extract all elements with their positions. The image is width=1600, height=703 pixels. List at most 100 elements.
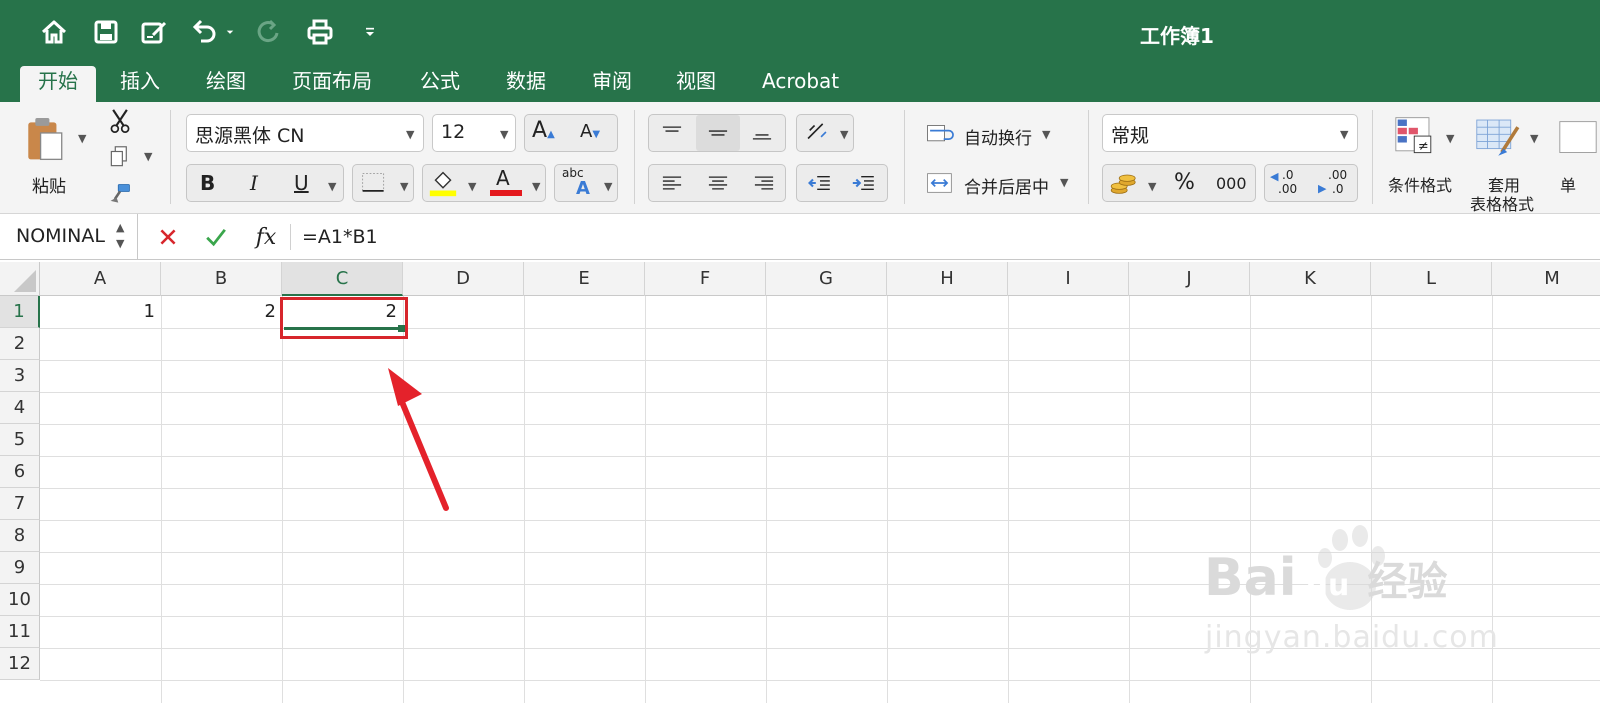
align-right-icon[interactable] <box>744 168 784 198</box>
column-header-h[interactable]: H <box>887 262 1008 296</box>
row-header-12[interactable]: 12 <box>0 648 40 680</box>
cell-a1[interactable]: 1 <box>40 296 161 328</box>
font-color-button[interactable]: A <box>496 166 510 190</box>
orientation-dropdown-icon[interactable]: ▼ <box>840 128 848 141</box>
increase-decimal-button[interactable]: ◀ .0 .00 <box>1270 166 1310 200</box>
row-header-11[interactable]: 11 <box>0 616 40 648</box>
cell-styles-label[interactable]: 单 <box>1560 172 1576 196</box>
accounting-format-icon[interactable] <box>1104 166 1144 200</box>
column-header-c[interactable]: C <box>282 262 403 296</box>
select-all-corner[interactable] <box>0 262 40 296</box>
tab-data[interactable]: 数据 <box>500 66 552 102</box>
align-bottom-icon[interactable] <box>742 118 782 148</box>
tab-insert[interactable]: 插入 <box>114 66 166 102</box>
row-header-1[interactable]: 1 <box>0 296 40 328</box>
format-painter-icon[interactable] <box>106 180 134 208</box>
increase-indent-icon[interactable] <box>844 168 884 198</box>
redo-icon[interactable] <box>250 14 286 50</box>
align-middle-icon[interactable] <box>696 115 740 151</box>
column-header-j[interactable]: J <box>1129 262 1250 296</box>
number-format-select[interactable]: 常规 <box>1102 114 1358 152</box>
merge-center-icon[interactable] <box>922 168 962 198</box>
font-size-dropdown-icon[interactable]: ▼ <box>500 128 508 141</box>
copy-icon[interactable] <box>106 142 134 172</box>
name-box-stepper-icon[interactable]: ▲ ▼ <box>116 220 124 252</box>
grow-font-button[interactable]: A▲ <box>532 118 555 143</box>
number-format-dropdown-icon[interactable]: ▼ <box>1340 128 1348 141</box>
tab-home[interactable]: 开始 <box>20 66 96 102</box>
comma-style-button[interactable]: 000 <box>1216 174 1247 193</box>
merge-center-dropdown-icon[interactable]: ▼ <box>1060 176 1068 189</box>
paste-icon[interactable] <box>20 112 70 168</box>
conditional-format-icon[interactable]: ≠ <box>1392 114 1442 160</box>
row-header-4[interactable]: 4 <box>0 392 40 424</box>
cancel-icon[interactable] <box>152 222 184 252</box>
format-as-table-dropdown-icon[interactable]: ▼ <box>1530 132 1538 145</box>
row-header-7[interactable]: 7 <box>0 488 40 520</box>
wrap-text-dropdown-icon[interactable]: ▼ <box>1042 128 1050 141</box>
cut-icon[interactable] <box>106 106 134 136</box>
column-header-e[interactable]: E <box>524 262 645 296</box>
row-header-2[interactable]: 2 <box>0 328 40 360</box>
tab-formulas[interactable]: 公式 <box>414 66 466 102</box>
decrease-decimal-button[interactable]: .00 ▶ .0 <box>1316 166 1356 200</box>
merge-center-label[interactable]: 合并后居中 <box>964 173 1049 198</box>
format-as-table-label-2[interactable]: 表格格式 <box>1470 191 1534 215</box>
italic-button[interactable]: I <box>250 171 258 195</box>
conditional-format-label[interactable]: 条件格式 <box>1388 172 1452 196</box>
tab-view[interactable]: 视图 <box>670 66 722 102</box>
fill-color-dropdown-icon[interactable]: ▼ <box>468 180 476 193</box>
tab-review[interactable]: 审阅 <box>586 66 638 102</box>
copy-dropdown-icon[interactable]: ▼ <box>144 150 152 163</box>
undo-icon[interactable] <box>186 14 222 50</box>
cell-styles-icon[interactable] <box>1556 116 1600 160</box>
tab-draw[interactable]: 绘图 <box>200 66 252 102</box>
column-header-a[interactable]: A <box>40 262 161 296</box>
tab-page-layout[interactable]: 页面布局 <box>286 66 378 102</box>
accounting-dropdown-icon[interactable]: ▼ <box>1148 180 1156 193</box>
bold-button[interactable]: B <box>200 171 215 195</box>
column-header-k[interactable]: K <box>1250 262 1371 296</box>
save-icon[interactable] <box>88 14 124 50</box>
row-header-5[interactable]: 5 <box>0 424 40 456</box>
fill-color-icon[interactable] <box>426 166 460 200</box>
row-header-6[interactable]: 6 <box>0 456 40 488</box>
row-header-9[interactable]: 9 <box>0 552 40 584</box>
shrink-font-button[interactable]: A▼ <box>580 121 600 142</box>
font-color-dropdown-icon[interactable]: ▼ <box>532 180 540 193</box>
column-header-f[interactable]: F <box>645 262 766 296</box>
print-icon[interactable] <box>302 14 338 50</box>
undo-dropdown-icon[interactable] <box>218 14 242 50</box>
insert-function-button[interactable]: fx <box>250 222 282 252</box>
column-header-g[interactable]: G <box>766 262 887 296</box>
conditional-format-dropdown-icon[interactable]: ▼ <box>1446 132 1454 145</box>
row-header-3[interactable]: 3 <box>0 360 40 392</box>
tab-acrobat[interactable]: Acrobat <box>756 66 845 102</box>
format-as-table-icon[interactable] <box>1472 114 1528 160</box>
fill-handle[interactable] <box>398 325 405 332</box>
align-center-icon[interactable] <box>698 168 738 198</box>
underline-button[interactable]: U <box>294 171 309 195</box>
home-icon[interactable] <box>36 14 72 50</box>
font-name-select[interactable]: 思源黑体 CN <box>186 114 424 152</box>
decrease-indent-icon[interactable] <box>800 168 840 198</box>
font-name-dropdown-icon[interactable]: ▼ <box>406 128 414 141</box>
formula-input[interactable]: =A1*B1 <box>302 226 378 248</box>
underline-dropdown-icon[interactable]: ▼ <box>328 180 336 193</box>
column-header-b[interactable]: B <box>161 262 282 296</box>
align-left-icon[interactable] <box>652 168 692 198</box>
phonetic-dropdown-icon[interactable]: ▼ <box>604 180 612 193</box>
column-header-d[interactable]: D <box>403 262 524 296</box>
column-header-l[interactable]: L <box>1371 262 1492 296</box>
column-header-i[interactable]: I <box>1008 262 1129 296</box>
column-header-m[interactable]: M <box>1492 262 1600 296</box>
align-top-icon[interactable] <box>652 118 692 148</box>
row-header-8[interactable]: 8 <box>0 520 40 552</box>
edit-document-icon[interactable] <box>136 14 172 50</box>
wrap-text-icon[interactable] <box>922 120 962 148</box>
percent-style-button[interactable]: % <box>1174 170 1195 195</box>
row-header-10[interactable]: 10 <box>0 584 40 616</box>
borders-dropdown-icon[interactable]: ▼ <box>400 180 408 193</box>
enter-icon[interactable] <box>200 222 232 252</box>
paste-dropdown-icon[interactable]: ▼ <box>78 132 86 145</box>
